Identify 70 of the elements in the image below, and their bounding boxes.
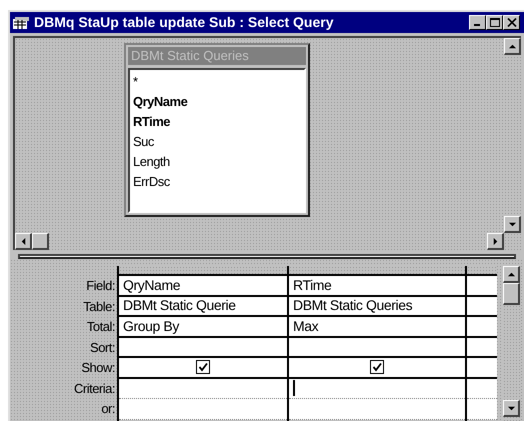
grid-cell[interactable] bbox=[467, 276, 497, 296]
cell-text: Group By bbox=[123, 317, 179, 336]
scroll-down-icon bbox=[508, 220, 516, 228]
minimize-button[interactable] bbox=[469, 15, 486, 30]
cell-text: Max bbox=[293, 317, 318, 336]
row-label: Table: bbox=[82, 298, 116, 316]
pane-splitter[interactable] bbox=[18, 254, 516, 259]
cell-text: DBMt Static Queries bbox=[293, 296, 412, 316]
grid-cell[interactable] bbox=[119, 338, 287, 358]
field-name[interactable]: ErrDsc bbox=[133, 172, 301, 192]
row-label: Total: bbox=[86, 318, 116, 336]
scroll-right-button[interactable] bbox=[487, 233, 504, 250]
field-name[interactable]: QryName bbox=[133, 92, 301, 112]
grid-cell[interactable] bbox=[119, 378, 287, 399]
grid-cell[interactable]: DBMt Static Queries bbox=[289, 296, 465, 317]
grid-cell[interactable]: QryName bbox=[119, 276, 287, 296]
field-name[interactable]: Length bbox=[133, 152, 301, 172]
checkmark-icon bbox=[372, 362, 382, 372]
cell-text: DBMt Static Querie bbox=[123, 296, 236, 316]
grid-cell[interactable] bbox=[289, 338, 465, 358]
maximize-button[interactable] bbox=[486, 15, 503, 30]
column-selector[interactable] bbox=[289, 266, 465, 276]
scroll-left-icon bbox=[20, 236, 26, 246]
grid-cell[interactable]: Group By bbox=[119, 317, 287, 338]
grid-scroll-up-button[interactable] bbox=[503, 266, 520, 283]
grid-cell[interactable] bbox=[467, 358, 497, 378]
checkmark-icon bbox=[198, 362, 208, 372]
grid-scroll-thumb[interactable] bbox=[503, 283, 520, 305]
column-selector[interactable] bbox=[467, 266, 497, 276]
grid-cell[interactable] bbox=[119, 399, 287, 420]
grid-cell[interactable] bbox=[119, 358, 287, 378]
maximize-icon bbox=[490, 18, 500, 27]
grid-cell[interactable]: DBMt Static Querie bbox=[119, 296, 287, 317]
show-checkbox[interactable] bbox=[196, 360, 210, 374]
scroll-right-icon bbox=[492, 236, 498, 246]
cell-text: RTime bbox=[293, 276, 332, 295]
field-name[interactable]: Suc bbox=[133, 132, 301, 152]
row-label: Show: bbox=[80, 359, 116, 377]
scroll-up-button[interactable] bbox=[504, 38, 521, 55]
grid-cell[interactable] bbox=[467, 378, 497, 399]
scroll-left-button[interactable] bbox=[15, 233, 32, 250]
grid-cell[interactable] bbox=[467, 338, 497, 358]
row-label: Field: bbox=[85, 277, 116, 295]
grid-cell[interactable] bbox=[289, 378, 465, 399]
field-list-title: DBMt Static Queries bbox=[128, 47, 306, 65]
scroll-up-icon bbox=[508, 42, 516, 50]
grid-cell[interactable] bbox=[289, 358, 465, 378]
row-label: Criteria: bbox=[72, 380, 116, 398]
grid-cell[interactable] bbox=[467, 317, 497, 338]
grid-scroll-up-icon bbox=[506, 270, 516, 278]
grid-cell[interactable] bbox=[289, 399, 465, 420]
row-label: or: bbox=[100, 400, 116, 418]
close-icon bbox=[506, 18, 516, 27]
field-name[interactable]: RTime bbox=[133, 112, 301, 132]
grid-cell[interactable] bbox=[467, 296, 497, 317]
show-checkbox[interactable] bbox=[370, 360, 384, 374]
grid-scroll-down-icon bbox=[506, 404, 516, 412]
cell-text: QryName bbox=[123, 276, 180, 295]
window-icon bbox=[13, 16, 29, 28]
row-label: Sort: bbox=[89, 338, 116, 356]
scroll-down-button[interactable] bbox=[504, 216, 521, 233]
grid-cell[interactable]: Max bbox=[289, 317, 465, 338]
window-title: DBMq StaUp table update Sub : Select Query bbox=[34, 13, 334, 32]
grid-cell[interactable]: RTime bbox=[289, 276, 465, 296]
close-button[interactable] bbox=[503, 15, 520, 30]
grid-scroll-down-button[interactable] bbox=[503, 400, 520, 417]
field-name[interactable]: * bbox=[133, 72, 301, 92]
grid-cell[interactable] bbox=[467, 399, 497, 420]
column-selector[interactable] bbox=[119, 266, 287, 276]
scroll-thumb[interactable] bbox=[32, 233, 49, 250]
